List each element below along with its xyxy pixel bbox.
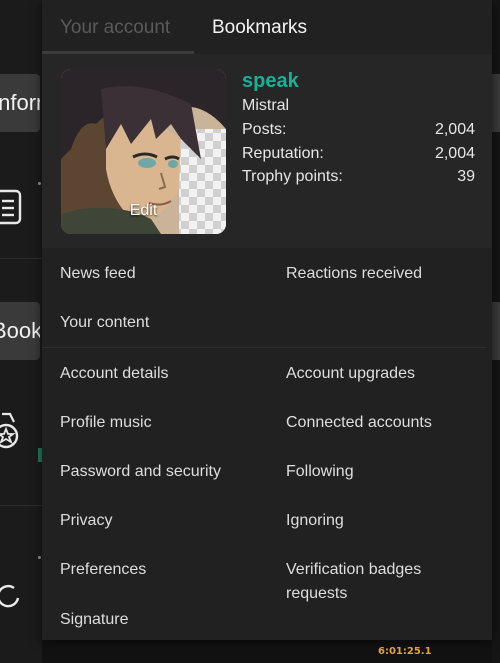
link-profile-music[interactable]: Profile music — [60, 411, 152, 435]
username-link[interactable]: speak — [242, 68, 475, 94]
document-list-icon — [0, 189, 22, 225]
link-preferences[interactable]: Preferences — [60, 558, 146, 582]
avatar-edit-label[interactable]: Edit — [61, 202, 226, 220]
stat-value: 39 — [457, 168, 475, 185]
link-ignoring[interactable]: Ignoring — [286, 509, 344, 533]
background-pill-books: Books — [0, 302, 40, 360]
link-following[interactable]: Following — [286, 460, 354, 484]
tab-your-account[interactable]: Your account — [42, 0, 194, 54]
avatar[interactable]: Edit — [61, 69, 226, 234]
background-right-pill — [492, 74, 500, 132]
user-title: Mistral — [242, 97, 290, 114]
link-account-details[interactable]: Account details — [60, 362, 169, 386]
link-news-feed[interactable]: News feed — [60, 262, 136, 286]
stat-value: 2,004 — [434, 121, 475, 138]
account-menu: Your account Bookmarks Edit speak Mistra… — [42, 0, 492, 640]
stat-posts: Posts: 2,004 — [242, 118, 475, 142]
refresh-icon — [0, 584, 20, 608]
link-verification-badges[interactable]: Verification badges requests — [286, 558, 421, 606]
profile-info: speak Mistral Posts: 2,004 Reputation: 2… — [242, 68, 475, 189]
link-label-line: requests — [286, 585, 348, 602]
background-dot — [38, 556, 41, 559]
link-connected-accounts[interactable]: Connected accounts — [286, 411, 432, 435]
stat-reputation: Reputation: 2,004 — [242, 142, 475, 166]
profile-card: Edit speak Mistral Posts: 2,004 Reputati… — [42, 54, 492, 248]
link-account-upgrades[interactable]: Account upgrades — [286, 362, 415, 386]
background-divider — [0, 505, 42, 506]
background-pill-inform: Inform — [0, 74, 40, 132]
stat-value: 2,004 — [434, 144, 475, 162]
link-label-line: Verification badges — [286, 561, 422, 578]
background-right-pill — [492, 302, 500, 360]
link-signature[interactable]: Signature — [60, 608, 129, 632]
trophy-medal-icon — [0, 412, 19, 449]
stat-trophy-points: Trophy points: 39 — [242, 165, 475, 189]
background-divider — [0, 258, 42, 259]
link-privacy[interactable]: Privacy — [60, 509, 112, 533]
menu-tabs: Your account Bookmarks — [42, 0, 492, 54]
section-divider — [42, 347, 487, 348]
tab-bookmarks[interactable]: Bookmarks — [194, 0, 325, 54]
link-your-content[interactable]: Your content — [60, 311, 149, 335]
stat-label: Posts: — [242, 121, 287, 138]
stat-label: Trophy points: — [242, 168, 343, 185]
background-dot — [38, 182, 41, 185]
link-reactions-received[interactable]: Reactions received — [286, 262, 422, 286]
status-clock: 6:01:25.1 — [378, 646, 432, 657]
link-password-security[interactable]: Password and security — [60, 460, 221, 484]
stat-label: Reputation: — [242, 144, 324, 162]
